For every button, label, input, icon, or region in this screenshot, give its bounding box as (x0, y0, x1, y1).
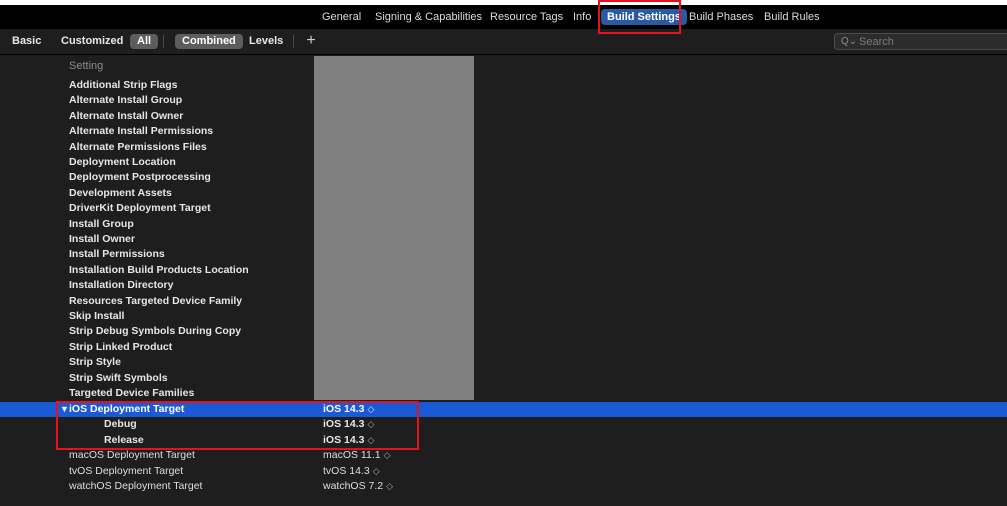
setting-name: Alternate Permissions Files (69, 140, 207, 153)
setting-row[interactable]: Targeted Device Families (0, 386, 1007, 401)
add-setting-button[interactable]: + (304, 32, 318, 50)
popup-chevron-icon: ◇ (367, 419, 375, 430)
setting-value: iOS 14.3 (323, 433, 365, 446)
setting-name: Release (104, 433, 144, 446)
setting-value-popup[interactable]: tvOS 14.3 ◇ (323, 464, 380, 479)
search-input[interactable] (859, 34, 999, 49)
setting-value-popup[interactable]: iOS 14.3 ◇ (323, 402, 374, 417)
tab-build-rules[interactable]: Build Rules (764, 5, 820, 29)
setting-row[interactable]: Install Permissions (0, 247, 1007, 262)
setting-value-popup[interactable]: macOS 11.1 ◇ (323, 448, 391, 463)
setting-row[interactable]: Additional Strip Flags (0, 78, 1007, 93)
setting-row[interactable]: Install Group (0, 217, 1007, 232)
setting-row-debug[interactable]: Debug iOS 14.3 ◇ (0, 417, 1007, 432)
setting-row[interactable]: Alternate Install Group (0, 93, 1007, 108)
popup-chevron-icon: ◇ (386, 481, 394, 491)
setting-name: Additional Strip Flags (69, 79, 178, 91)
setting-column-header: Setting (69, 60, 104, 72)
setting-row-tvos-deployment-target[interactable]: tvOS Deployment Target tvOS 14.3 ◇ (0, 464, 1007, 479)
tab-build-phases[interactable]: Build Phases (689, 5, 753, 29)
setting-row-macos-deployment-target[interactable]: macOS Deployment Target macOS 11.1 ◇ (0, 448, 1007, 463)
setting-name: Resources Targeted Device Family (69, 294, 243, 307)
setting-name: DriverKit Deployment Target (69, 202, 211, 215)
setting-value: watchOS 7.2 (323, 480, 384, 492)
tab-info[interactable]: Info (573, 5, 591, 29)
setting-row[interactable]: Strip Style (0, 355, 1007, 370)
setting-row[interactable]: Skip Install (0, 309, 1007, 324)
disclosure-triangle-icon[interactable]: ▼ (60, 402, 69, 417)
setting-row[interactable]: Resources Targeted Device Family (0, 294, 1007, 309)
setting-name: Installation Build Products Location (69, 263, 249, 276)
filter-divider (163, 35, 164, 48)
setting-row[interactable]: Deployment Location (0, 155, 1007, 170)
tab-general[interactable]: General (322, 5, 361, 29)
setting-name: iOS Deployment Target (69, 403, 185, 415)
setting-name: Strip Debug Symbols During Copy (69, 325, 242, 338)
setting-name: Alternate Install Group (69, 94, 183, 107)
setting-name: tvOS Deployment Target (69, 464, 184, 477)
setting-name: Install Permissions (69, 248, 165, 261)
xcode-build-settings-window: General Signing & Capabilities Resource … (0, 0, 1007, 506)
setting-row[interactable]: Development Assets (0, 186, 1007, 201)
setting-name: watchOS Deployment Target (69, 480, 203, 492)
setting-name: Strip Style (69, 356, 121, 369)
setting-row[interactable]: Strip Swift Symbols (0, 371, 1007, 386)
setting-row[interactable]: Strip Debug Symbols During Copy (0, 324, 1007, 339)
basic-filter-button[interactable]: Basic (12, 34, 41, 49)
setting-value-popup[interactable]: iOS 14.3 ◇ (323, 433, 374, 448)
setting-row[interactable]: Alternate Install Owner (0, 109, 1007, 124)
search-icon: Q⌄ (841, 36, 858, 47)
setting-row[interactable]: Installation Build Products Location (0, 263, 1007, 278)
popup-chevron-icon: ◇ (372, 465, 380, 476)
tab-signing-capabilities[interactable]: Signing & Capabilities (375, 5, 482, 29)
setting-row[interactable]: Alternate Install Permissions (0, 124, 1007, 139)
customized-filter-button[interactable]: Customized (61, 34, 123, 49)
setting-row-release[interactable]: Release iOS 14.3 ◇ (0, 433, 1007, 448)
setting-row[interactable]: Install Owner (0, 232, 1007, 247)
popup-chevron-icon: ◇ (367, 404, 375, 414)
setting-name: Strip Linked Product (69, 340, 173, 353)
setting-value: iOS 14.3 (323, 418, 365, 431)
setting-name: Deployment Postprocessing (69, 171, 211, 184)
popup-chevron-icon: ◇ (383, 450, 391, 461)
filter-divider (293, 35, 294, 48)
setting-name: Install Owner (69, 233, 135, 245)
build-settings-list: Setting Additional Strip Flags Alternate… (0, 55, 1007, 506)
setting-name: Deployment Location (69, 156, 176, 168)
setting-name: Development Assets (69, 186, 172, 199)
setting-name: Debug (104, 418, 137, 431)
setting-name: Strip Swift Symbols (69, 371, 168, 384)
setting-value-popup[interactable]: iOS 14.3 ◇ (323, 417, 374, 432)
setting-name: Skip Install (69, 310, 125, 322)
setting-row[interactable]: Strip Linked Product (0, 340, 1007, 355)
setting-row[interactable]: Deployment Postprocessing (0, 170, 1007, 185)
settings-filter-bar: Basic Customized All Combined Levels + Q… (0, 29, 1007, 55)
search-field[interactable]: Q⌄ (834, 33, 1007, 50)
setting-row[interactable]: Installation Directory (0, 278, 1007, 293)
setting-value-popup[interactable]: watchOS 7.2 ◇ (323, 479, 393, 494)
setting-name: Install Group (69, 217, 134, 230)
combined-view-button[interactable]: Combined (175, 34, 243, 49)
setting-name: macOS Deployment Target (69, 449, 195, 462)
setting-row-watchos-deployment-target[interactable]: watchOS Deployment Target watchOS 7.2 ◇ (0, 479, 1007, 494)
setting-row[interactable]: DriverKit Deployment Target (0, 201, 1007, 216)
setting-value: tvOS 14.3 (323, 464, 370, 477)
setting-name: Installation Directory (69, 279, 174, 292)
setting-name: Targeted Device Families (69, 387, 195, 399)
setting-name: Alternate Install Owner (69, 109, 184, 122)
tab-resource-tags[interactable]: Resource Tags (490, 5, 563, 29)
setting-name: Alternate Install Permissions (69, 125, 214, 138)
setting-value: iOS 14.3 (323, 403, 365, 415)
setting-row[interactable]: Alternate Permissions Files (0, 140, 1007, 155)
popup-chevron-icon: ◇ (367, 434, 375, 445)
tab-build-settings[interactable]: Build Settings (601, 9, 687, 25)
levels-view-button[interactable]: Levels (249, 34, 283, 49)
setting-row-ios-deployment-target[interactable]: ▼ iOS Deployment Target iOS 14.3 ◇ (0, 402, 1007, 418)
editor-tab-bar: General Signing & Capabilities Resource … (0, 5, 1007, 29)
setting-value: macOS 11.1 (323, 449, 381, 462)
all-filter-button[interactable]: All (130, 34, 159, 49)
